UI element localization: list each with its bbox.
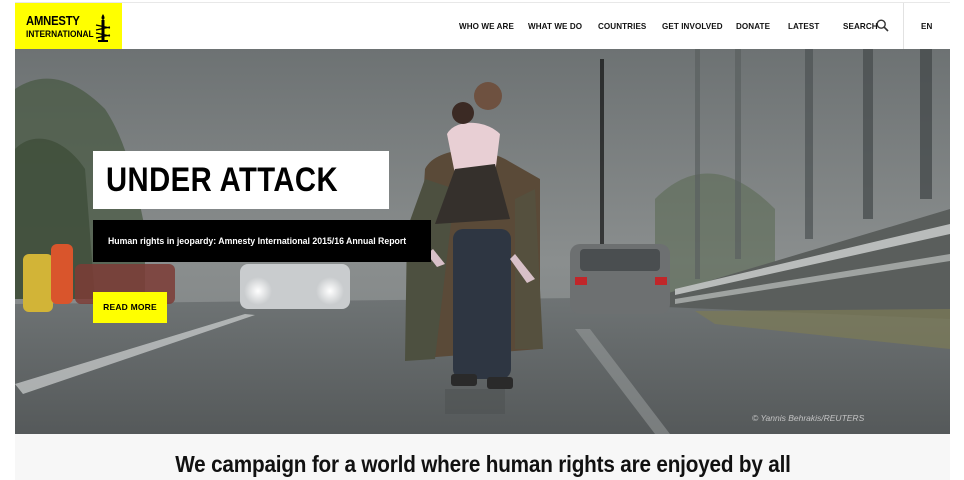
language-selector[interactable]: EN — [921, 3, 932, 50]
site-header: AMNESTY INTERNATIONAL WHO WE ARE WHAT WE… — [15, 2, 950, 50]
logo-text: AMNESTY INTERNATIONAL — [26, 15, 103, 39]
hero-title-box: UNDER ATTACK — [93, 151, 389, 209]
nav-latest[interactable]: LATEST — [788, 3, 819, 50]
candle-barbed-wire-icon — [95, 14, 111, 42]
hero-subtitle: Human rights in jeopardy: Amnesty Intern… — [108, 236, 407, 246]
nav-what-we-do[interactable]: WHAT WE DO — [528, 3, 582, 50]
nav-search[interactable]: SEARCH — [843, 3, 878, 50]
nav-who-we-are[interactable]: WHO WE ARE — [459, 3, 514, 50]
page: AMNESTY INTERNATIONAL WHO WE ARE WHAT WE… — [15, 0, 950, 480]
nav-divider — [903, 3, 904, 50]
hero-title: UNDER ATTACK — [106, 161, 339, 199]
logo-line2: INTERNATIONAL — [26, 28, 94, 40]
tagline-section: We campaign for a world where human righ… — [15, 434, 950, 480]
search-icon[interactable] — [876, 19, 889, 32]
hero-banner: UNDER ATTACK Human rights in jeopardy: A… — [15, 49, 950, 434]
tagline-text: We campaign for a world where human righ… — [174, 451, 791, 477]
photo-credit: © Yannis Behrakis/REUTERS — [752, 413, 865, 423]
amnesty-logo[interactable]: AMNESTY INTERNATIONAL — [15, 3, 122, 50]
hero-subtitle-box: Human rights in jeopardy: Amnesty Intern… — [93, 220, 431, 262]
nav-donate[interactable]: DONATE — [736, 3, 770, 50]
logo-line1: AMNESTY — [26, 14, 80, 28]
nav-countries[interactable]: COUNTRIES — [598, 3, 646, 50]
nav-get-involved[interactable]: GET INVOLVED — [662, 3, 723, 50]
read-more-button[interactable]: READ MORE — [93, 292, 167, 323]
